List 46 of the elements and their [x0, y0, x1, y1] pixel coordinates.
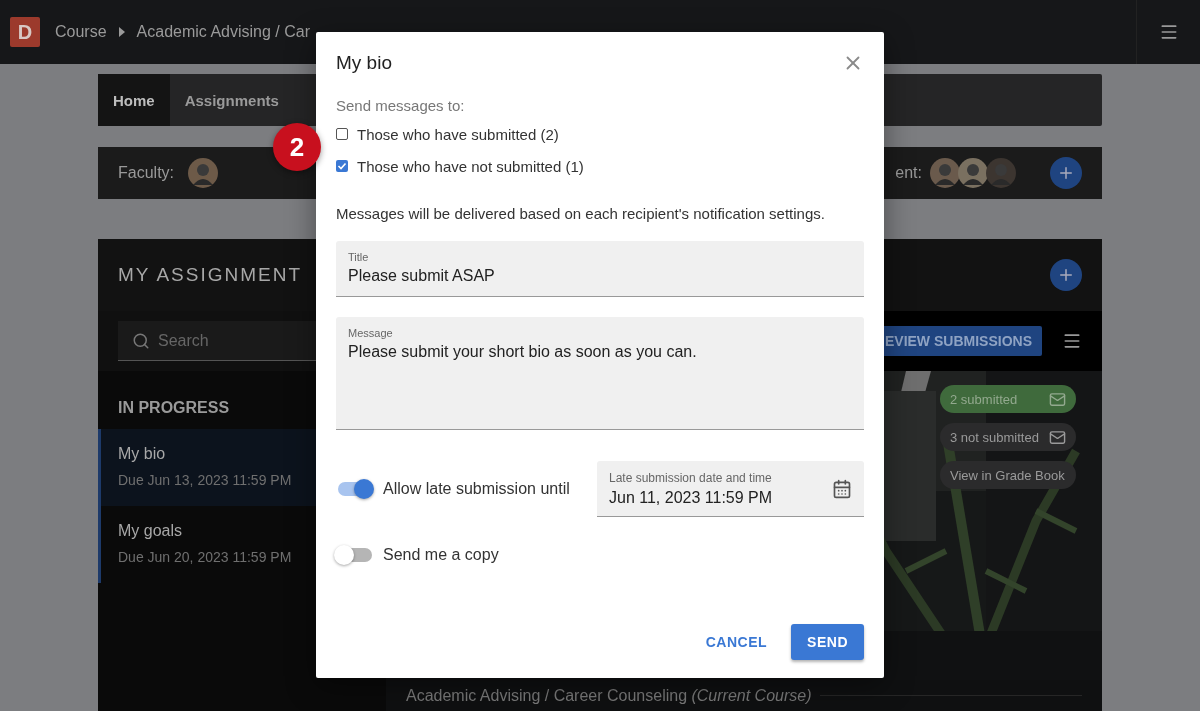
menu-icon[interactable]	[1062, 331, 1082, 351]
faculty-label: Faculty:	[118, 164, 174, 182]
avatar	[958, 158, 988, 188]
logo[interactable]: D	[10, 17, 40, 47]
assignment-name: My bio	[118, 445, 166, 463]
checkbox[interactable]	[336, 160, 348, 172]
section-heading: IN PROGRESS	[117, 398, 231, 418]
tab[interactable]: Assignments	[169, 74, 294, 126]
recipients-label: Send messages to:	[336, 96, 466, 116]
course-name: Academic Advising / Career Counseling (Current Course)	[406, 686, 812, 705]
breadcrumb-link[interactable]: Course	[55, 23, 107, 41]
date-field[interactable]: Late submission date and time Jun 11, 2023 11:59 PM	[597, 461, 864, 517]
delivery-note: Messages will be delivered based on each recipient's notification settings.	[336, 204, 826, 224]
mail-icon	[1049, 390, 1066, 408]
checkbox-label: Those who have submitted (2)	[357, 125, 559, 143]
checkbox[interactable]	[336, 128, 348, 140]
search-icon	[132, 332, 150, 350]
caret-icon	[118, 27, 125, 37]
switch-label: Allow late submission until	[383, 480, 571, 498]
tab[interactable]: Home	[98, 74, 170, 126]
title-field[interactable]: Title Please submit ASAP	[336, 241, 864, 297]
plus-icon	[1057, 266, 1075, 284]
mail-icon	[1049, 428, 1066, 446]
toggle-switch[interactable]	[336, 478, 374, 500]
plus-icon	[1057, 164, 1075, 182]
assignment-name: My goals	[118, 522, 183, 540]
message-field[interactable]: Message Please submit your short bio as soon as you can.	[336, 317, 864, 430]
breadcrumb-link[interactable]: Academic Advising / Car	[136, 23, 310, 41]
due-date: Due Jun 13, 2023 11:59 PM	[118, 472, 292, 488]
toggle-switch[interactable]	[336, 544, 374, 566]
students-label: ent:	[895, 164, 922, 182]
checkbox-label: Those who have not submitted (1)	[357, 157, 584, 175]
send-button[interactable]: SEND	[791, 624, 864, 660]
add-button[interactable]	[1050, 157, 1082, 189]
panel-title: MY ASSIGNMENT	[118, 264, 302, 286]
calendar-icon[interactable]	[832, 478, 852, 499]
avatar	[188, 158, 218, 188]
status-chip[interactable]: 3 not submitted	[940, 423, 1076, 451]
avatar	[930, 158, 960, 188]
add-button[interactable]	[1050, 259, 1082, 291]
due-date: Due Jun 20, 2023 11:59 PM	[118, 549, 292, 565]
status-chip[interactable]: View in Grade Book	[940, 461, 1076, 489]
cancel-button[interactable]: CANCEL	[697, 624, 776, 660]
switch-label: Send me a copy	[383, 546, 500, 564]
dialog-title: My bio	[336, 52, 392, 74]
avatar	[986, 158, 1016, 188]
